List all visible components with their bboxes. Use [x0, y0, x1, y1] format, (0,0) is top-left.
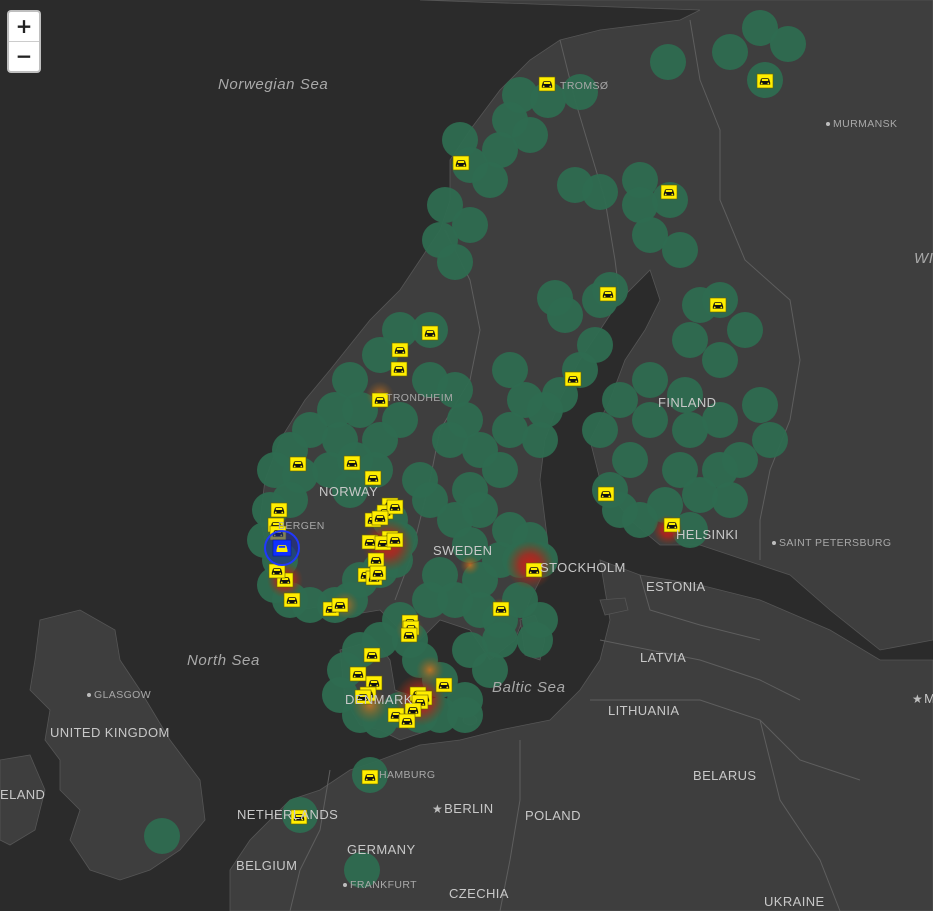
- car-marker-icon[interactable]: [492, 601, 510, 617]
- map-canvas[interactable]: Norwegian Sea North Sea Baltic Sea NORWA…: [0, 0, 933, 911]
- coverage-circle: [472, 652, 508, 688]
- car-marker-icon[interactable]: [663, 517, 681, 533]
- coverage-circle: [672, 322, 708, 358]
- car-marker-icon[interactable]: [660, 184, 678, 200]
- coverage-circle: [144, 818, 180, 854]
- coverage-circle: [447, 697, 483, 733]
- car-marker-icon[interactable]: [369, 565, 387, 581]
- coverage-circle: [547, 297, 583, 333]
- coverage-circle: [650, 44, 686, 80]
- coverage-circle: [582, 412, 618, 448]
- coverage-circle: [582, 174, 618, 210]
- coverage-circle: [522, 602, 558, 638]
- car-marker-icon[interactable]: [597, 486, 615, 502]
- car-marker-icon[interactable]: [371, 392, 389, 408]
- car-marker-icon[interactable]: [398, 713, 416, 729]
- coverage-circle: [727, 312, 763, 348]
- zoom-in-button[interactable]: +: [9, 12, 39, 41]
- car-marker-icon[interactable]: [525, 562, 543, 578]
- car-marker-icon[interactable]: [371, 510, 389, 526]
- coverage-circle: [752, 422, 788, 458]
- coverage-circle: [472, 162, 508, 198]
- car-marker-icon[interactable]: [391, 342, 409, 358]
- coverage-circle: [632, 362, 668, 398]
- coverage-circle: [482, 452, 518, 488]
- car-marker-icon[interactable]: [289, 456, 307, 472]
- car-marker-icon[interactable]: [364, 470, 382, 486]
- car-marker-icon[interactable]: [354, 689, 372, 705]
- coverage-circle: [632, 402, 668, 438]
- selected-car-marker-icon[interactable]: [264, 530, 300, 566]
- coverage-circle: [702, 402, 738, 438]
- coverage-circle: [332, 472, 368, 508]
- coverage-circle: [712, 34, 748, 70]
- coverage-circle: [602, 382, 638, 418]
- car-marker-icon[interactable]: [756, 73, 774, 89]
- coverage-circle: [662, 232, 698, 268]
- coverage-circle: [770, 26, 806, 62]
- car-marker-icon[interactable]: [452, 155, 470, 171]
- car-marker-icon[interactable]: [361, 769, 379, 785]
- car-marker-icon[interactable]: [421, 325, 439, 341]
- coverage-circle: [712, 482, 748, 518]
- coverage-circle: [662, 452, 698, 488]
- car-marker-icon[interactable]: [435, 677, 453, 693]
- car-marker-icon[interactable]: [386, 499, 404, 515]
- coverage-circle: [344, 852, 380, 888]
- coverage-circle: [437, 244, 473, 280]
- car-marker-icon[interactable]: [564, 371, 582, 387]
- car-marker-icon[interactable]: [386, 532, 404, 548]
- car-marker-icon[interactable]: [599, 286, 617, 302]
- coverage-circle: [562, 74, 598, 110]
- car-marker-icon[interactable]: [343, 455, 361, 471]
- car-marker-icon[interactable]: [331, 597, 349, 613]
- car-marker-icon[interactable]: [268, 563, 286, 579]
- car-marker-icon[interactable]: [270, 502, 288, 518]
- zoom-out-button[interactable]: −: [9, 41, 39, 71]
- car-marker-icon[interactable]: [290, 809, 308, 825]
- coverage-circle: [522, 422, 558, 458]
- basemap: [0, 0, 933, 911]
- heat-blob: [460, 555, 480, 575]
- car-marker-icon[interactable]: [538, 76, 556, 92]
- car-marker-icon[interactable]: [349, 666, 367, 682]
- car-marker-icon[interactable]: [390, 361, 408, 377]
- coverage-circle: [612, 442, 648, 478]
- zoom-control: + −: [7, 10, 41, 73]
- coverage-circle: [702, 342, 738, 378]
- coverage-circle: [742, 387, 778, 423]
- car-marker-icon[interactable]: [367, 552, 385, 568]
- coverage-circle: [667, 377, 703, 413]
- car-marker-icon[interactable]: [400, 627, 418, 643]
- car-marker-icon[interactable]: [283, 592, 301, 608]
- car-marker-icon[interactable]: [363, 647, 381, 663]
- car-marker-icon[interactable]: [709, 297, 727, 313]
